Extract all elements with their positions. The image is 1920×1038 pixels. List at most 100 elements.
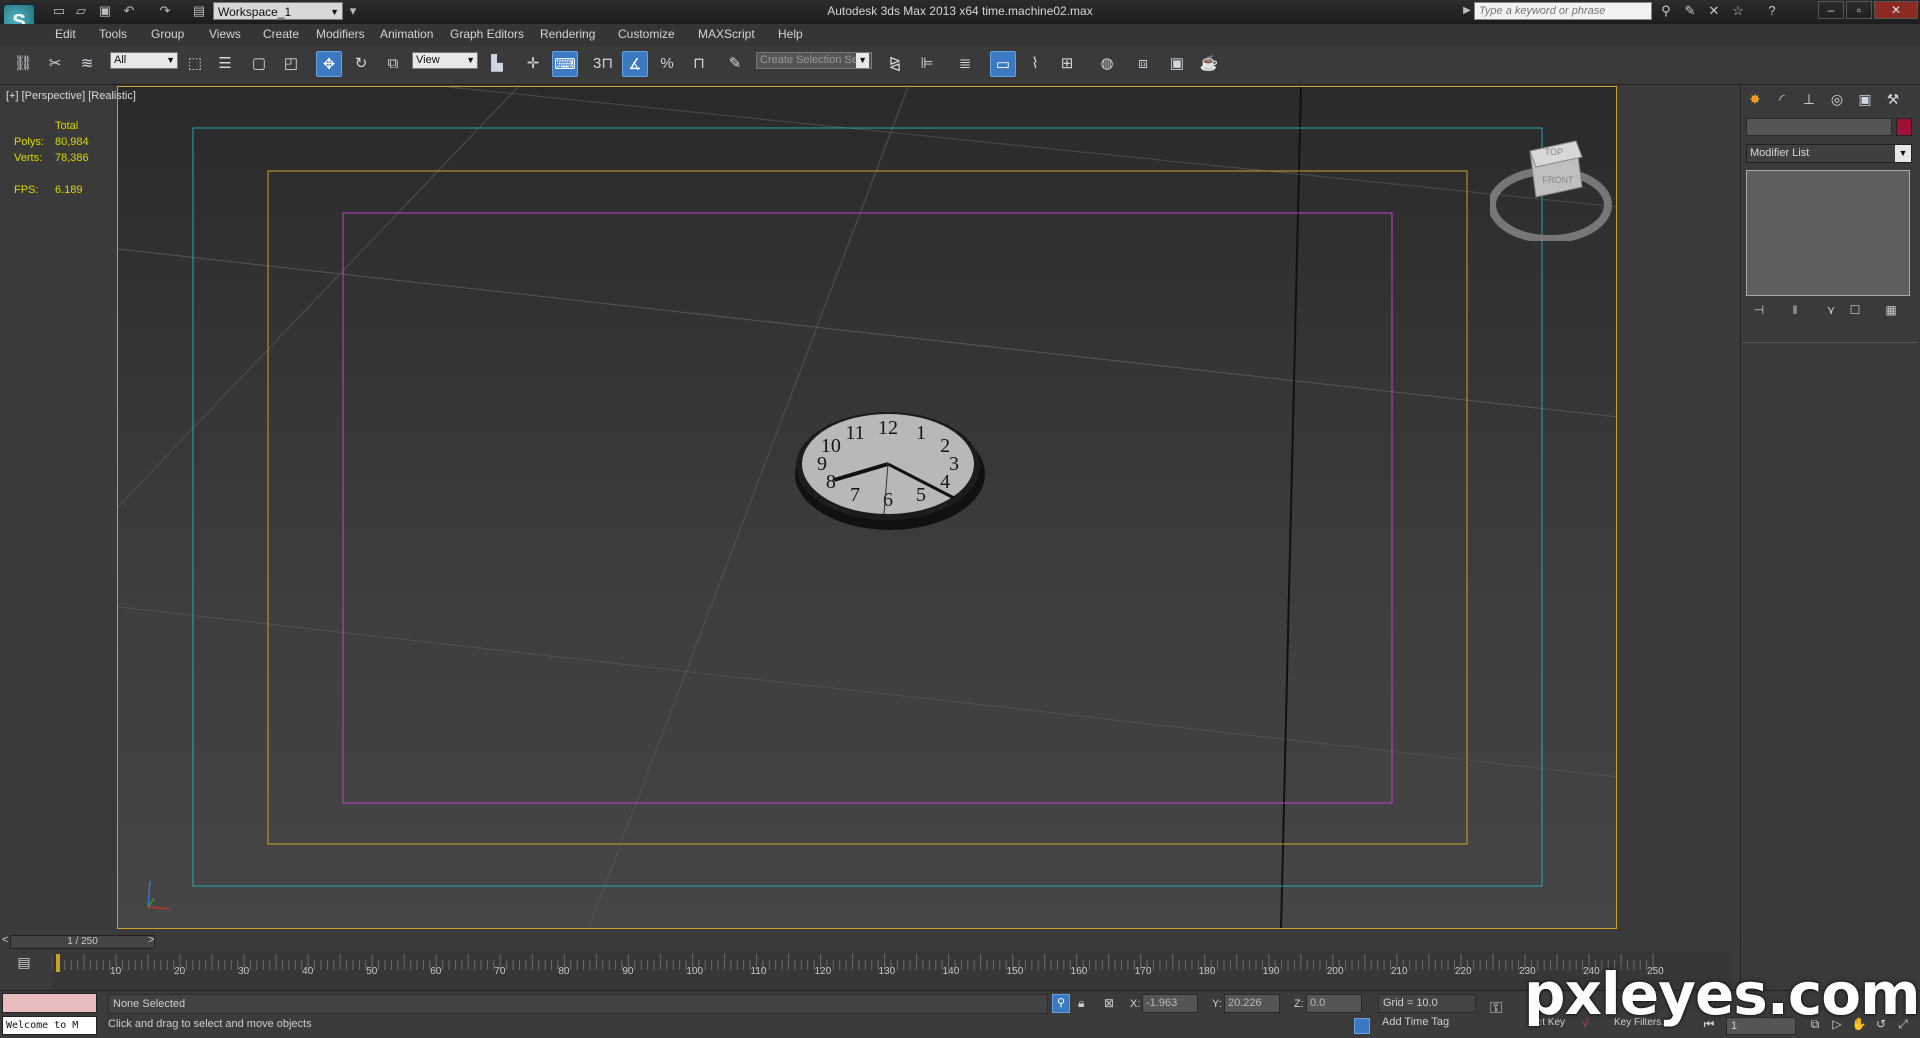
minimize-button[interactable]: –: [1818, 1, 1844, 19]
communication-center-icon[interactable]: ✕: [1704, 3, 1724, 21]
viewcube-top-label: TOP: [1545, 147, 1563, 157]
maximize-button[interactable]: ▫: [1846, 1, 1872, 19]
manipulate-icon[interactable]: ✛: [520, 51, 546, 77]
mini-curve-editor-icon[interactable]: ▤: [10, 954, 38, 976]
maxscript-listener-output[interactable]: [2, 993, 97, 1013]
workspace-dropdown[interactable]: Workspace_1 ▼: [213, 2, 343, 20]
snaps-toggle-icon[interactable]: 3⊓: [590, 51, 616, 77]
set-key-mode-icon[interactable]: ⚿: [1490, 1000, 1502, 1018]
time-slider-next[interactable]: >: [148, 934, 160, 950]
favorites-star-icon[interactable]: ☆: [1728, 3, 1748, 21]
mirror-icon[interactable]: ⧎: [882, 51, 908, 77]
utilities-tab-icon[interactable]: ⚒: [1882, 88, 1904, 110]
open-file-icon[interactable]: ▱: [72, 3, 90, 19]
display-tab-icon[interactable]: ▣: [1854, 88, 1876, 110]
material-editor-icon[interactable]: ◍: [1094, 51, 1120, 77]
hierarchy-tab-icon[interactable]: ⊥: [1798, 88, 1820, 110]
reference-coordinate-dropdown[interactable]: View ▼: [412, 52, 478, 69]
modifier-list-dropdown[interactable]: Modifier List ▼: [1746, 144, 1912, 163]
spinner-snap-icon[interactable]: ⊓: [686, 51, 712, 77]
link-icon[interactable]: ⛓: [10, 51, 36, 77]
bind-space-warp-icon[interactable]: ≋: [74, 51, 100, 77]
binoculars-icon[interactable]: ⚲: [1656, 3, 1676, 21]
menu-customize[interactable]: Customize: [618, 27, 675, 41]
unlink-icon[interactable]: ✂: [42, 51, 68, 77]
time-tag-icon[interactable]: [1354, 1018, 1370, 1034]
modify-tab-icon[interactable]: ◜: [1771, 88, 1793, 110]
x-coord-field[interactable]: -1.963: [1142, 994, 1198, 1013]
isolate-selection-icon[interactable]: ⚲: [1052, 994, 1070, 1013]
align-icon[interactable]: ⊫: [914, 51, 940, 77]
time-slider-track[interactable]: [0, 934, 1740, 950]
menu-maxscript[interactable]: MAXScript: [698, 27, 755, 41]
select-object-icon[interactable]: ⬚: [182, 51, 208, 77]
new-file-icon[interactable]: ▭: [50, 3, 68, 19]
time-slider-thumb[interactable]: 1 / 250: [10, 935, 155, 949]
create-tab-icon[interactable]: ✸: [1744, 88, 1766, 110]
y-coord-field[interactable]: 20.226: [1224, 994, 1280, 1013]
menu-graph-editors[interactable]: Graph Editors: [450, 27, 524, 41]
menu-rendering[interactable]: Rendering: [540, 27, 595, 41]
schematic-view-icon[interactable]: ⊞: [1054, 51, 1080, 77]
menu-group[interactable]: Group: [151, 27, 184, 41]
edit-named-selection-icon[interactable]: ✎: [722, 51, 748, 77]
pin-stack-icon[interactable]: ⊣: [1748, 303, 1770, 321]
selection-filter-dropdown[interactable]: All ▼: [110, 52, 178, 69]
select-by-name-icon[interactable]: ☰: [212, 51, 238, 77]
viewport-label-menu[interactable]: [+] [Perspective] [Realistic]: [6, 90, 136, 102]
remove-modifier-icon[interactable]: ☐: [1844, 303, 1866, 321]
close-button[interactable]: ✕: [1874, 1, 1918, 19]
render-setup-icon[interactable]: ⧈: [1130, 51, 1156, 77]
menu-views[interactable]: Views: [209, 27, 241, 41]
selection-lock-icon[interactable]: 🔒︎: [1078, 996, 1084, 1011]
absolute-relative-toggle-icon[interactable]: ⊠: [1104, 996, 1114, 1010]
quick-access-dropdown-icon[interactable]: ▾: [344, 3, 362, 19]
select-and-move-icon[interactable]: ✥: [316, 51, 342, 77]
menu-create[interactable]: Create: [263, 27, 299, 41]
graphite-ribbon-icon[interactable]: ▭: [990, 51, 1016, 77]
add-time-tag-button[interactable]: Add Time Tag: [1382, 1016, 1449, 1028]
object-name-input[interactable]: [1746, 118, 1892, 136]
menu-edit[interactable]: Edit: [55, 27, 76, 41]
rendered-frame-window-icon[interactable]: ▣: [1164, 51, 1190, 77]
named-selection-dropdown[interactable]: Create Selection Se ▼: [756, 52, 872, 69]
layer-manager-icon[interactable]: ≣: [952, 51, 978, 77]
pivot-center-icon[interactable]: ▙: [484, 51, 510, 77]
maxscript-mini-listener[interactable]: Welcome to M: [2, 1016, 97, 1035]
window-crossing-icon[interactable]: ◰: [278, 51, 304, 77]
select-and-scale-icon[interactable]: ⧉: [380, 51, 406, 77]
angle-snap-icon[interactable]: ∡: [622, 51, 648, 77]
configure-modifier-sets-icon[interactable]: ▦: [1880, 303, 1902, 321]
rectangular-selection-icon[interactable]: ▢: [246, 51, 272, 77]
render-production-icon[interactable]: ☕: [1196, 51, 1222, 77]
save-icon[interactable]: ▣: [96, 3, 114, 19]
curve-editor-icon[interactable]: ⌇: [1022, 51, 1048, 77]
project-folder-icon[interactable]: ▤: [190, 3, 208, 19]
motion-tab-icon[interactable]: ◎: [1826, 88, 1848, 110]
menu-animation[interactable]: Animation: [380, 27, 433, 41]
percent-snap-icon[interactable]: %: [654, 51, 680, 77]
menu-help[interactable]: Help: [778, 27, 803, 41]
undo-icon[interactable]: ↶: [120, 3, 138, 19]
modifier-list-label: Modifier List: [1750, 147, 1810, 159]
help-icon[interactable]: ?: [1762, 3, 1782, 21]
select-and-rotate-icon[interactable]: ↻: [348, 51, 374, 77]
modifier-stack[interactable]: [1746, 170, 1910, 296]
redo-icon[interactable]: ↷: [156, 3, 174, 19]
track-tick-label: 110: [750, 966, 767, 977]
z-coord-field[interactable]: 0.0: [1306, 994, 1362, 1013]
object-color-swatch[interactable]: [1896, 118, 1912, 136]
snap-label: 3: [592, 55, 602, 72]
clock-model[interactable]: 12 1234567891011: [794, 404, 986, 532]
percent-snap-label: %: [660, 55, 674, 72]
subscription-icon[interactable]: ✎: [1680, 3, 1700, 21]
track-tick-label: 160: [1070, 966, 1088, 977]
make-unique-icon[interactable]: ⋎: [1820, 303, 1842, 321]
show-end-result-icon[interactable]: ‖: [1784, 303, 1806, 321]
menu-modifiers[interactable]: Modifiers: [316, 27, 365, 41]
search-input[interactable]: Type a keyword or phrase: [1474, 2, 1652, 20]
viewport-left-margin: [0, 86, 117, 929]
keyboard-shortcut-override-icon[interactable]: ⌨: [552, 51, 578, 77]
viewcube[interactable]: TOP FRONT: [1490, 121, 1617, 241]
menu-tools[interactable]: Tools: [99, 27, 127, 41]
